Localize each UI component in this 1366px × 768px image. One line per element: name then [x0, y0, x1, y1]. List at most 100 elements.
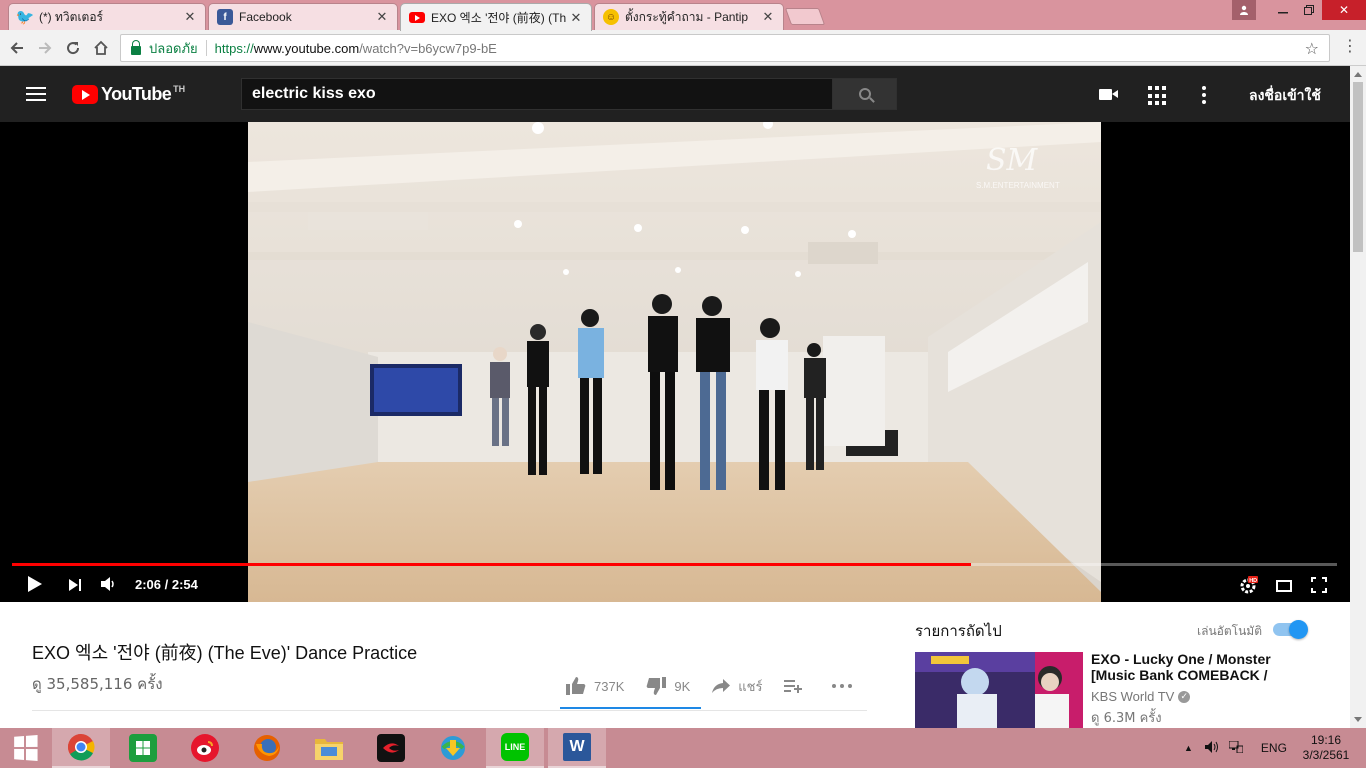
more-horizontal-icon: [832, 684, 853, 688]
browser-toolbar: ปลอดภัย https://www.youtube.com/watch?v=…: [0, 30, 1366, 66]
chrome-menu-icon[interactable]: ⋮: [1340, 38, 1360, 58]
back-icon[interactable]: [6, 37, 28, 59]
fullscreen-icon[interactable]: [1311, 577, 1327, 598]
minimize-icon[interactable]: [1270, 0, 1296, 20]
windows-logo-icon: [14, 735, 38, 761]
input-language[interactable]: ENG: [1261, 741, 1287, 755]
scroll-up-arrow-icon[interactable]: [1354, 72, 1362, 77]
taskbar-word[interactable]: W: [548, 728, 606, 768]
forward-icon[interactable]: [34, 37, 56, 59]
youtube-logo[interactable]: YouTube TH: [72, 84, 185, 105]
taskbar-store[interactable]: [114, 728, 172, 768]
tab-twitter[interactable]: 🐦 (*) ทวิตเตอร์ ✕: [8, 3, 206, 30]
chrome-icon: [67, 734, 95, 761]
bookmark-star-icon[interactable]: ☆: [1305, 39, 1319, 59]
progress-bar[interactable]: [12, 563, 1337, 566]
address-bar[interactable]: ปลอดภัย https://www.youtube.com/watch?v=…: [120, 34, 1330, 62]
scroll-down-arrow-icon[interactable]: [1354, 717, 1362, 722]
tab-facebook[interactable]: f Facebook ✕: [208, 3, 398, 30]
add-to-playlist-button[interactable]: [784, 679, 810, 693]
share-button[interactable]: แชร์: [712, 676, 762, 697]
url-path: /watch?v=b6ycw7p9-bE: [359, 40, 497, 56]
pantip-icon: ☺: [603, 9, 619, 25]
tab-close-icon[interactable]: ✕: [569, 10, 583, 26]
home-icon[interactable]: [90, 37, 112, 59]
playlist-add-icon: [784, 680, 803, 693]
volume-tray-icon[interactable]: [1204, 740, 1219, 756]
hamburger-menu-icon[interactable]: [26, 87, 46, 101]
up-next-heading: รายการถัดไป: [915, 622, 1002, 640]
more-actions-button[interactable]: [832, 684, 860, 688]
profile-icon[interactable]: [1232, 0, 1256, 20]
sm-watermark-text: S.M.ENTERTAINMENT: [976, 181, 1060, 190]
taskbar-download-manager[interactable]: [424, 728, 482, 768]
next-button[interactable]: [69, 578, 81, 596]
clock-time: 19:16: [1310, 733, 1342, 747]
sm-watermark-logo: SM: [986, 143, 1039, 178]
share-label: แชร์: [738, 678, 763, 694]
windows-taskbar: LINE W ▲ ENG 19:16 3/3/2561: [0, 728, 1366, 768]
video-player[interactable]: SM S.M.ENTERTAINMENT 2:06 / 2:54 HD: [0, 122, 1350, 602]
taskbar-file-explorer[interactable]: [300, 728, 358, 768]
upload-video-icon[interactable]: [1098, 84, 1120, 104]
tab-close-icon[interactable]: ✕: [761, 9, 775, 25]
youtube-icon: [409, 12, 425, 23]
play-button[interactable]: [28, 576, 42, 597]
firefox-icon: [254, 735, 280, 761]
settings-gear-icon[interactable]: HD: [1240, 576, 1258, 599]
volume-icon[interactable]: [101, 577, 117, 596]
search-input[interactable]: electric kiss exo: [241, 78, 833, 110]
system-clock[interactable]: 19:16 3/3/2561: [1298, 733, 1354, 763]
new-tab-button[interactable]: [784, 8, 826, 25]
like-button[interactable]: 737K: [566, 677, 624, 695]
reload-icon[interactable]: [62, 37, 84, 59]
taskbar-line[interactable]: LINE: [486, 728, 544, 768]
tab-pantip[interactable]: ☺ ตั้งกระทู้คำถาม - Pantip ✕: [594, 3, 784, 30]
clock-date: 3/3/2561: [1302, 748, 1350, 762]
taskbar-chrome[interactable]: [52, 728, 110, 768]
browser-tab-strip: 🐦 (*) ทวิตเตอร์ ✕ f Facebook ✕ EXO 엑소 '전…: [0, 0, 1366, 31]
tab-youtube-active[interactable]: EXO 엑소 '전야 (前夜) (Th ✕: [400, 3, 592, 31]
close-window-icon[interactable]: ✕: [1322, 0, 1366, 20]
apps-grid-icon[interactable]: [1148, 86, 1170, 106]
page-scrollbar[interactable]: [1350, 66, 1366, 728]
youtube-header: YouTube TH electric kiss exo ลงชื่อเข้าใ…: [0, 66, 1350, 122]
share-icon: [712, 679, 731, 693]
system-tray: ▲ ENG: [1184, 728, 1287, 768]
view-count: ดู 35,585,116 ครั้ง: [32, 675, 163, 693]
video-frame[interactable]: SM S.M.ENTERTAINMENT: [248, 122, 1101, 602]
recommendation-thumbnail-image: [915, 652, 1083, 728]
network-tray-icon[interactable]: [1228, 740, 1244, 756]
taskbar-garena[interactable]: [362, 728, 420, 768]
tab-close-icon[interactable]: ✕: [183, 9, 197, 25]
search-icon: [858, 88, 871, 100]
twitter-icon: 🐦: [15, 9, 35, 26]
file-explorer-icon: [315, 739, 343, 760]
url-scheme: https://: [214, 40, 254, 56]
show-hidden-icons-icon[interactable]: ▲: [1184, 743, 1193, 753]
thumbs-up-icon: [566, 677, 586, 695]
like-count: 737K: [594, 678, 625, 694]
start-button[interactable]: [0, 728, 50, 768]
svg-text:HD: HD: [1249, 578, 1257, 584]
scrollbar-thumb[interactable]: [1353, 82, 1363, 252]
time-display: 2:06 / 2:54: [135, 577, 198, 592]
recommendation-title[interactable]: EXO - Lucky One / Monster [Music Bank CO…: [1091, 651, 1271, 683]
taskbar-firefox[interactable]: [238, 728, 296, 768]
taskbar-weibo[interactable]: [176, 728, 234, 768]
restore-icon[interactable]: [1296, 0, 1322, 20]
recommendation-thumbnail[interactable]: [915, 652, 1083, 728]
autoplay-toggle[interactable]: [1273, 620, 1308, 639]
tab-title: Facebook: [239, 10, 292, 24]
recommendation-channel[interactable]: KBS World TV ✓: [1091, 689, 1191, 704]
autoplay-label: เล่นอัตโนมัติ: [1197, 624, 1263, 638]
sign-in-button[interactable]: ลงชื่อเข้าใช้: [1249, 85, 1321, 107]
youtube-play-logo-icon: [72, 85, 98, 104]
theater-mode-icon[interactable]: [1276, 579, 1292, 597]
dislike-button[interactable]: 9K: [646, 677, 690, 695]
store-icon: [129, 734, 157, 762]
tab-close-icon[interactable]: ✕: [375, 9, 389, 25]
weibo-icon: [191, 734, 219, 762]
settings-menu-icon[interactable]: [1201, 86, 1207, 106]
search-button[interactable]: [832, 78, 897, 110]
